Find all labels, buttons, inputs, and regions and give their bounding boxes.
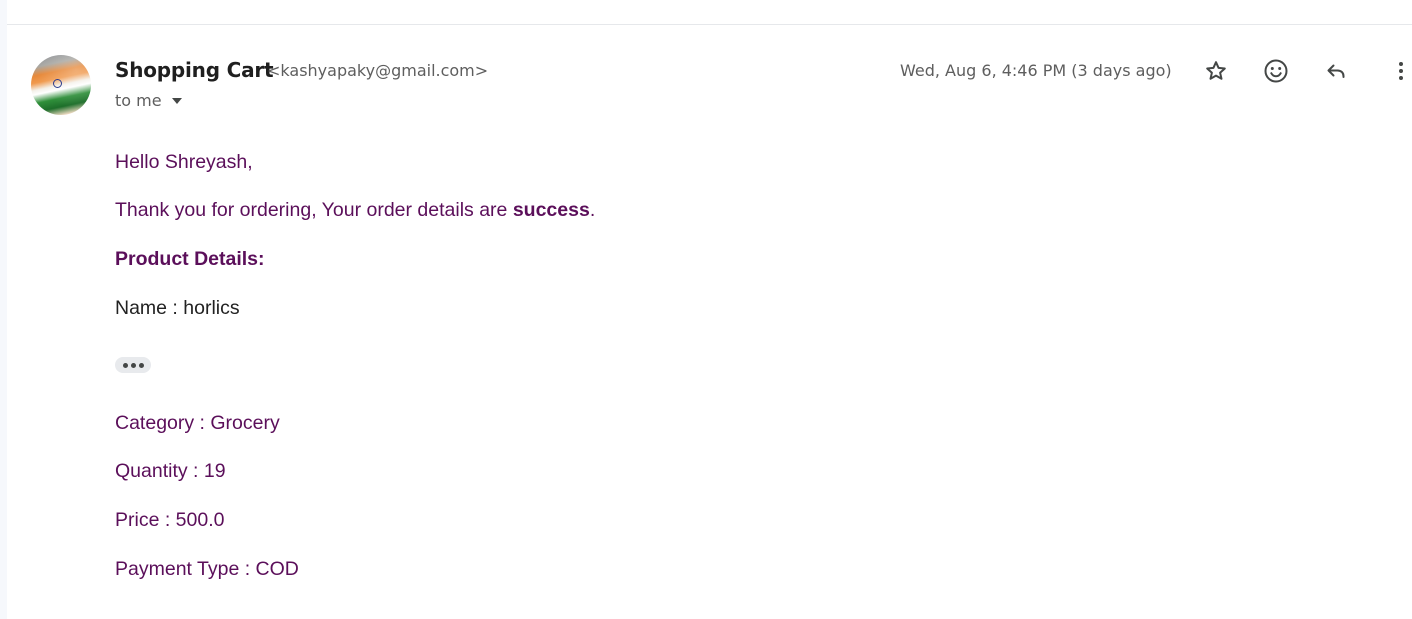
more-options-button[interactable] (1379, 54, 1412, 88)
greeting-text: Hello Shreyash, (115, 151, 253, 173)
email-timestamp: Wed, Aug 6, 4:46 PM (3 days ago) (900, 61, 1172, 80)
reply-icon (1327, 64, 1345, 78)
product-name-line: Name : horlics (115, 297, 240, 319)
sender-avatar[interactable] (31, 55, 91, 115)
ellipsis-dot (138, 362, 144, 368)
emoji-reaction-button[interactable] (1259, 54, 1293, 88)
product-details-heading: Product Details: (115, 248, 265, 271)
star-icon (1206, 61, 1226, 80)
thanks-prefix: Thank you for ordering, Your order detai… (115, 199, 513, 221)
ellipsis-dot (130, 362, 136, 368)
thanks-line: Thank you for ordering, Your order detai… (115, 199, 595, 222)
order-status: success (512, 199, 590, 221)
ellipsis-dot (122, 362, 128, 368)
caret-down-icon (171, 98, 182, 104)
reply-button[interactable] (1319, 54, 1353, 88)
recipient-details-toggle[interactable]: to me (115, 91, 182, 110)
payment-type-line: Payment Type : COD (115, 558, 299, 580)
category-line: Category : Grocery (115, 412, 280, 434)
emoji-reaction-icon (1264, 59, 1288, 83)
show-trimmed-content-button[interactable] (115, 357, 151, 373)
recipient-label: to me (115, 91, 162, 110)
sender-name[interactable]: Shopping Cart (115, 58, 274, 82)
more-vert-icon (1399, 62, 1403, 80)
sender-email: <kashyapaky@gmail.com> (267, 61, 489, 80)
quantity-line: Quantity : 19 (115, 460, 226, 482)
thanks-suffix: . (589, 199, 596, 221)
flag-chakra (53, 79, 62, 88)
top-divider (7, 24, 1412, 25)
left-strip (0, 0, 7, 619)
product-details-heading-text: Product Details: (115, 248, 265, 270)
price-line: Price : 500.0 (115, 509, 225, 531)
star-button[interactable] (1199, 54, 1233, 88)
